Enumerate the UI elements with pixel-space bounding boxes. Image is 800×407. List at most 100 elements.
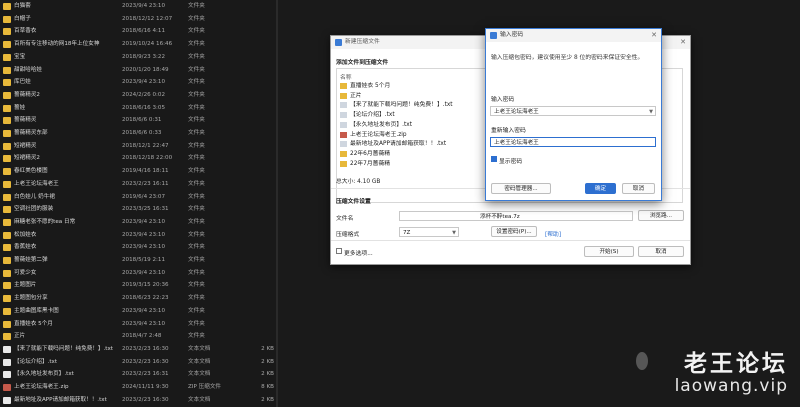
- folder-icon: [3, 79, 11, 87]
- folder-icon: [3, 257, 11, 264]
- file-date: 2019/3/15 20:36: [122, 282, 169, 289]
- ok-button[interactable]: 确定: [585, 183, 616, 194]
- file-row[interactable]: 【论坛介绍】.txt 2023/2/23 16:30 文本文档 2 KB: [0, 356, 278, 369]
- archive-item-name: 正片: [350, 92, 362, 99]
- file-row[interactable]: 宝宝 2018/9/23 3:22 文件夹: [0, 51, 278, 64]
- file-row[interactable]: 百草香衣 2018/6/16 4:11 文件夹: [0, 25, 278, 38]
- file-row[interactable]: 蔷薇精灵 2018/6/6 0:31 文件夹: [0, 114, 278, 127]
- file-name: 正片: [14, 333, 26, 340]
- file-type: 文件夹: [188, 142, 205, 149]
- start-button[interactable]: 开始(S): [584, 246, 634, 257]
- file-row[interactable]: 主题图包分享 2018/6/23 22:23 文件夹: [0, 292, 278, 305]
- text-file-icon: [3, 345, 11, 353]
- file-row[interactable]: 百所有专注移动的网18年上位女神 2019/10/24 16:46 文件夹: [0, 38, 278, 51]
- file-row[interactable]: 库巴娃 2023/9/4 23:10 文件夹: [0, 76, 278, 89]
- filename-input[interactable]: 添杯不醉tea.7z: [399, 211, 633, 221]
- file-date: 2018/6/23 22:23: [122, 295, 169, 302]
- password-dialog-titlebar[interactable]: 输入密码 ✕: [486, 29, 661, 42]
- file-size: 8 KB: [261, 384, 274, 390]
- watermark-title: 老王论坛: [684, 351, 788, 377]
- watermark-url: laowang.vip: [674, 376, 788, 396]
- file-row[interactable]: 【来了就能下载吗问题！纯免费！】.txt 2023/2/23 16:30 文本文档 2…: [0, 343, 278, 356]
- file-row[interactable]: 主题曲图库黑卡图 2023/9/4 23:10 文件夹: [0, 305, 278, 318]
- set-password-button[interactable]: 设置密码(P)...: [491, 226, 537, 237]
- folder-icon: [340, 160, 347, 167]
- file-date: 2018/5/19 2:11: [122, 257, 166, 263]
- file-row[interactable]: 正片 2018/4/7 2:48 文件夹: [0, 330, 278, 343]
- password-manager-button[interactable]: 密码管理器...: [491, 183, 551, 194]
- file-row[interactable]: 蔷薇精灵东部 2018/6/6 0:33 文件夹: [0, 127, 278, 140]
- file-row[interactable]: 主题图片 2019/3/15 20:36 文件夹: [0, 279, 278, 292]
- file-row[interactable]: 可爱少女 2023/9/4 23:10 文件夹: [0, 267, 278, 280]
- file-row[interactable]: 甜甜哈哈娃 2020/1/20 18:49 文件夹: [0, 64, 278, 77]
- file-row[interactable]: 白帽子 2018/12/12 12:07 文件夹: [0, 13, 278, 26]
- footer-divider: [331, 240, 690, 241]
- file-type: 文本文档: [188, 396, 211, 403]
- file-row[interactable]: 短裙精灵 2018/12/1 22:47 文件夹: [0, 140, 278, 153]
- text-file-icon: [340, 112, 347, 119]
- settings-label: 压缩文件设置: [336, 199, 371, 205]
- archive-item-name: 22年7月蔷薇精: [350, 160, 391, 167]
- file-type: 文本文档: [188, 358, 211, 365]
- file-name: 香蕉娃衣: [14, 244, 37, 251]
- file-name: 蔷薇精灵东部: [14, 130, 48, 136]
- more-options-label[interactable]: 更多选项...: [344, 248, 373, 257]
- file-row[interactable]: 蔷娃 2018/6/16 3:05 文件夹: [0, 102, 278, 115]
- file-name: 可爱少女: [14, 269, 37, 276]
- close-icon[interactable]: ✕: [651, 29, 657, 42]
- file-row[interactable]: 松加娃衣 2023/9/4 23:10 文件夹: [0, 229, 278, 242]
- file-type: 文件夹: [188, 282, 205, 289]
- help-link[interactable]: [帮助]: [545, 229, 561, 238]
- file-size: 2 KB: [261, 396, 274, 403]
- password-description: 输入压缩包密码，建议使用至少 8 位的密码来保证安全性。: [491, 55, 644, 61]
- file-row[interactable]: 麻糖老张不愿的tea 日常 2023/9/4 23:10 文件夹: [0, 216, 278, 229]
- folder-icon: [3, 206, 11, 214]
- file-type: 文本文档: [188, 371, 211, 378]
- confirm-password-label: 重新输入密码: [491, 128, 526, 134]
- show-password-label[interactable]: 显示密码: [499, 156, 522, 165]
- file-name: 库巴娃: [14, 79, 31, 86]
- file-type: 文件夹: [188, 180, 205, 187]
- format-select[interactable]: 7Z ▼: [399, 227, 459, 237]
- chevron-down-icon[interactable]: ▼: [649, 107, 653, 117]
- more-options-checkbox[interactable]: [336, 248, 342, 254]
- file-date: 2023/9/4 23:10: [122, 244, 166, 251]
- file-type: 文件夹: [188, 104, 205, 111]
- file-row[interactable]: 直播娃衣 5个月 2023/9/4 23:10 文件夹: [0, 318, 278, 331]
- folder-icon: [3, 307, 11, 315]
- folder-icon: [3, 244, 11, 252]
- list-header-name[interactable]: 名称: [340, 72, 352, 81]
- folder-icon: [3, 193, 11, 201]
- file-row[interactable]: 蔷薇精灵2 2024/2/26 0:02 文件夹: [0, 89, 278, 102]
- file-name: 百草香衣: [14, 28, 37, 35]
- file-row[interactable]: 上老王论坛海老王.zip 2024/11/11 9:30 ZIP 压缩文件 8 KB: [0, 381, 278, 394]
- file-row[interactable]: 【永久地址发布页】.txt 2023/2/23 16:31 文本文档 2 KB: [0, 368, 278, 381]
- file-row[interactable]: 蔷薇娃第二弹 2018/5/19 2:11 文件夹: [0, 254, 278, 267]
- show-password-checkbox[interactable]: [491, 156, 497, 162]
- cancel-button[interactable]: 取消: [638, 246, 684, 257]
- file-type: 文件夹: [188, 28, 205, 35]
- folder-icon: [3, 130, 11, 137]
- file-name: 主题曲图库黑卡图: [14, 307, 59, 314]
- file-row[interactable]: 最新地址及APP请加邮箱获取！！.txt 2023/2/23 16:30 文本文档 2…: [0, 394, 278, 407]
- file-row[interactable]: 空调社团的服装 2023/3/25 16:31 文件夹: [0, 203, 278, 216]
- folder-icon: [3, 28, 11, 36]
- file-row[interactable]: 白猫套 2023/9/4 23:10 文件夹: [0, 0, 278, 13]
- confirm-password-input[interactable]: 上老王论坛海老王: [490, 137, 656, 147]
- file-type: 文件夹: [188, 257, 205, 263]
- close-icon[interactable]: ✕: [680, 36, 686, 49]
- explorer-scrollbar[interactable]: [276, 0, 278, 407]
- file-date: 2023/9/4 23:10: [122, 307, 166, 314]
- file-date: 2019/6/4 23:07: [122, 193, 166, 200]
- file-type: 文件夹: [188, 15, 205, 22]
- file-row[interactable]: 春红美色楼图 2019/4/16 18:11 文件夹: [0, 165, 278, 178]
- file-row[interactable]: 白色娃儿 奶牛裙 2019/6/4 23:07 文件夹: [0, 191, 278, 204]
- password-cancel-button[interactable]: 取消: [622, 183, 655, 194]
- password-input[interactable]: 上老王论坛海老王 ▼: [490, 106, 656, 116]
- file-name: 松加娃衣: [14, 231, 37, 238]
- browse-button[interactable]: 浏览路...: [638, 210, 684, 221]
- file-row[interactable]: 上老王论坛海老王 2023/2/23 16:11 文件夹: [0, 178, 278, 191]
- file-row[interactable]: 香蕉娃衣 2023/9/4 23:10 文件夹: [0, 241, 278, 254]
- folder-icon: [3, 231, 11, 239]
- file-row[interactable]: 短裙精灵2 2018/12/18 22:00 文件夹: [0, 152, 278, 165]
